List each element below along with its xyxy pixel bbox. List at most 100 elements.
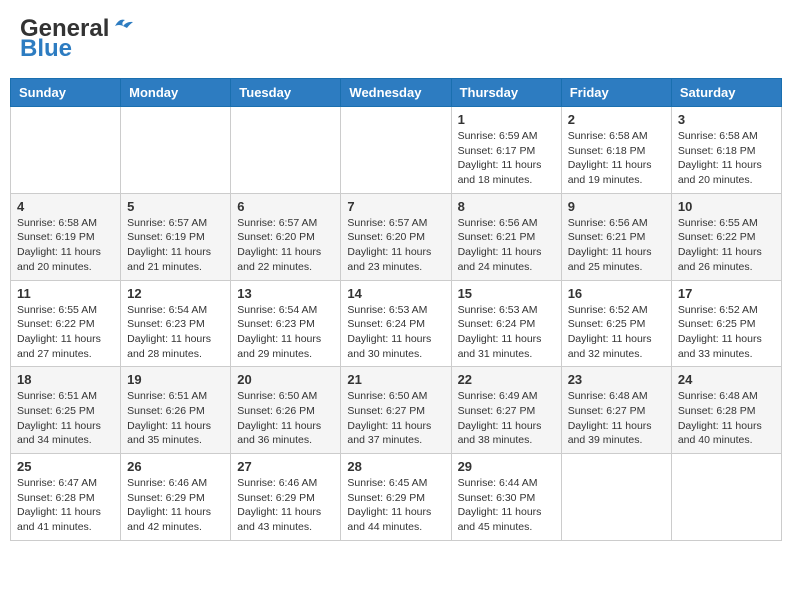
- logo-bird-icon: [111, 16, 133, 34]
- calendar-cell: 22Sunrise: 6:49 AM Sunset: 6:27 PM Dayli…: [451, 367, 561, 454]
- day-info: Sunrise: 6:44 AM Sunset: 6:30 PM Dayligh…: [458, 476, 555, 535]
- calendar-cell: 28Sunrise: 6:45 AM Sunset: 6:29 PM Dayli…: [341, 454, 451, 541]
- day-info: Sunrise: 6:56 AM Sunset: 6:21 PM Dayligh…: [568, 216, 665, 275]
- calendar-cell: 24 Sunrise: 6:48 AM Sunset: 6:28 PM Dayli…: [671, 367, 781, 454]
- day-number: 3: [678, 112, 775, 127]
- day-info: Sunrise: 6:59 AM Sunset: 6:17 PM Dayligh…: [458, 129, 555, 188]
- page-header: General Blue: [10, 10, 782, 68]
- calendar-week-row: 25 Sunrise: 6:47 AM Sunset: 6:28 PM Dayli…: [11, 454, 782, 541]
- day-number: 2: [568, 112, 665, 127]
- day-info: Sunrise: 6:55 AM Sunset: 6:22 PM Dayligh…: [17, 303, 114, 362]
- day-number: 7: [347, 199, 444, 214]
- day-number: 26: [127, 459, 224, 474]
- day-number: 14: [347, 286, 444, 301]
- calendar-cell: 12 Sunrise: 6:54 AM Sunset: 6:23 PM Dayli…: [121, 280, 231, 367]
- col-header-tuesday: Tuesday: [231, 79, 341, 107]
- calendar-cell: 2 Sunrise: 6:58 AM Sunset: 6:18 PM Daylig…: [561, 107, 671, 194]
- col-header-saturday: Saturday: [671, 79, 781, 107]
- day-number: 12: [127, 286, 224, 301]
- calendar-week-row: 4 Sunrise: 6:58 AM Sunset: 6:19 PM Daylig…: [11, 193, 782, 280]
- col-header-monday: Monday: [121, 79, 231, 107]
- day-number: 24: [678, 372, 775, 387]
- calendar-cell: 3Sunrise: 6:58 AM Sunset: 6:18 PM Daylig…: [671, 107, 781, 194]
- day-number: 5: [127, 199, 224, 214]
- calendar-cell: 20 Sunrise: 6:50 AM Sunset: 6:26 PM Dayli…: [231, 367, 341, 454]
- day-number: 25: [17, 459, 114, 474]
- calendar-cell: [561, 454, 671, 541]
- calendar-cell: 29 Sunrise: 6:44 AM Sunset: 6:30 PM Dayli…: [451, 454, 561, 541]
- calendar-cell: 7 Sunrise: 6:57 AM Sunset: 6:20 PM Daylig…: [341, 193, 451, 280]
- calendar-cell: [341, 107, 451, 194]
- calendar-header-row: SundayMondayTuesdayWednesdayThursdayFrid…: [11, 79, 782, 107]
- calendar-cell: 21Sunrise: 6:50 AM Sunset: 6:27 PM Dayli…: [341, 367, 451, 454]
- calendar-cell: [231, 107, 341, 194]
- calendar-cell: 25 Sunrise: 6:47 AM Sunset: 6:28 PM Dayli…: [11, 454, 121, 541]
- logo: General Blue: [20, 15, 133, 63]
- day-number: 6: [237, 199, 334, 214]
- calendar-cell: 17 Sunrise: 6:52 AM Sunset: 6:25 PM Dayli…: [671, 280, 781, 367]
- calendar-cell: 19Sunrise: 6:51 AM Sunset: 6:26 PM Dayli…: [121, 367, 231, 454]
- day-number: 20: [237, 372, 334, 387]
- day-number: 9: [568, 199, 665, 214]
- calendar-cell: 11Sunrise: 6:55 AM Sunset: 6:22 PM Dayli…: [11, 280, 121, 367]
- day-number: 13: [237, 286, 334, 301]
- calendar-week-row: 1 Sunrise: 6:59 AM Sunset: 6:17 PM Daylig…: [11, 107, 782, 194]
- day-number: 29: [458, 459, 555, 474]
- day-number: 8: [458, 199, 555, 214]
- day-info: Sunrise: 6:51 AM Sunset: 6:25 PM Dayligh…: [17, 389, 114, 448]
- day-info: Sunrise: 6:55 AM Sunset: 6:22 PM Dayligh…: [678, 216, 775, 275]
- col-header-wednesday: Wednesday: [341, 79, 451, 107]
- col-header-friday: Friday: [561, 79, 671, 107]
- day-number: 18: [17, 372, 114, 387]
- calendar-cell: [11, 107, 121, 194]
- calendar-cell: 23Sunrise: 6:48 AM Sunset: 6:27 PM Dayli…: [561, 367, 671, 454]
- calendar-cell: 26 Sunrise: 6:46 AM Sunset: 6:29 PM Dayli…: [121, 454, 231, 541]
- day-number: 28: [347, 459, 444, 474]
- calendar-table: SundayMondayTuesdayWednesdayThursdayFrid…: [10, 78, 782, 541]
- day-info: Sunrise: 6:53 AM Sunset: 6:24 PM Dayligh…: [458, 303, 555, 362]
- col-header-sunday: Sunday: [11, 79, 121, 107]
- col-header-thursday: Thursday: [451, 79, 561, 107]
- day-number: 15: [458, 286, 555, 301]
- calendar-cell: 4 Sunrise: 6:58 AM Sunset: 6:19 PM Daylig…: [11, 193, 121, 280]
- day-number: 10: [678, 199, 775, 214]
- calendar-cell: 16 Sunrise: 6:52 AM Sunset: 6:25 PM Dayli…: [561, 280, 671, 367]
- day-number: 23: [568, 372, 665, 387]
- day-info: Sunrise: 6:46 AM Sunset: 6:29 PM Dayligh…: [237, 476, 334, 535]
- day-info: Sunrise: 6:57 AM Sunset: 6:20 PM Dayligh…: [347, 216, 444, 275]
- day-number: 21: [347, 372, 444, 387]
- day-info: Sunrise: 6:46 AM Sunset: 6:29 PM Dayligh…: [127, 476, 224, 535]
- calendar-cell: 15 Sunrise: 6:53 AM Sunset: 6:24 PM Dayli…: [451, 280, 561, 367]
- day-info: Sunrise: 6:49 AM Sunset: 6:27 PM Dayligh…: [458, 389, 555, 448]
- calendar-week-row: 11Sunrise: 6:55 AM Sunset: 6:22 PM Dayli…: [11, 280, 782, 367]
- calendar-cell: 18 Sunrise: 6:51 AM Sunset: 6:25 PM Dayli…: [11, 367, 121, 454]
- day-info: Sunrise: 6:58 AM Sunset: 6:18 PM Dayligh…: [568, 129, 665, 188]
- calendar-cell: [121, 107, 231, 194]
- calendar-cell: 9 Sunrise: 6:56 AM Sunset: 6:21 PM Daylig…: [561, 193, 671, 280]
- calendar-cell: 14 Sunrise: 6:53 AM Sunset: 6:24 PM Dayli…: [341, 280, 451, 367]
- calendar-cell: 13Sunrise: 6:54 AM Sunset: 6:23 PM Dayli…: [231, 280, 341, 367]
- calendar-cell: 8 Sunrise: 6:56 AM Sunset: 6:21 PM Daylig…: [451, 193, 561, 280]
- day-info: Sunrise: 6:57 AM Sunset: 6:20 PM Dayligh…: [237, 216, 334, 275]
- day-info: Sunrise: 6:48 AM Sunset: 6:28 PM Dayligh…: [678, 389, 775, 448]
- logo-blue: Blue: [20, 35, 72, 63]
- day-info: Sunrise: 6:54 AM Sunset: 6:23 PM Dayligh…: [127, 303, 224, 362]
- calendar-cell: 6 Sunrise: 6:57 AM Sunset: 6:20 PM Daylig…: [231, 193, 341, 280]
- day-info: Sunrise: 6:53 AM Sunset: 6:24 PM Dayligh…: [347, 303, 444, 362]
- day-info: Sunrise: 6:47 AM Sunset: 6:28 PM Dayligh…: [17, 476, 114, 535]
- calendar-week-row: 18 Sunrise: 6:51 AM Sunset: 6:25 PM Dayli…: [11, 367, 782, 454]
- day-info: Sunrise: 6:58 AM Sunset: 6:19 PM Dayligh…: [17, 216, 114, 275]
- day-info: Sunrise: 6:51 AM Sunset: 6:26 PM Dayligh…: [127, 389, 224, 448]
- day-info: Sunrise: 6:56 AM Sunset: 6:21 PM Dayligh…: [458, 216, 555, 275]
- calendar-cell: 27 Sunrise: 6:46 AM Sunset: 6:29 PM Dayli…: [231, 454, 341, 541]
- day-info: Sunrise: 6:52 AM Sunset: 6:25 PM Dayligh…: [678, 303, 775, 362]
- day-number: 1: [458, 112, 555, 127]
- day-number: 27: [237, 459, 334, 474]
- day-number: 16: [568, 286, 665, 301]
- day-info: Sunrise: 6:52 AM Sunset: 6:25 PM Dayligh…: [568, 303, 665, 362]
- day-number: 17: [678, 286, 775, 301]
- calendar-cell: 10 Sunrise: 6:55 AM Sunset: 6:22 PM Dayli…: [671, 193, 781, 280]
- day-number: 4: [17, 199, 114, 214]
- calendar-cell: 5Sunrise: 6:57 AM Sunset: 6:19 PM Daylig…: [121, 193, 231, 280]
- day-info: Sunrise: 6:50 AM Sunset: 6:26 PM Dayligh…: [237, 389, 334, 448]
